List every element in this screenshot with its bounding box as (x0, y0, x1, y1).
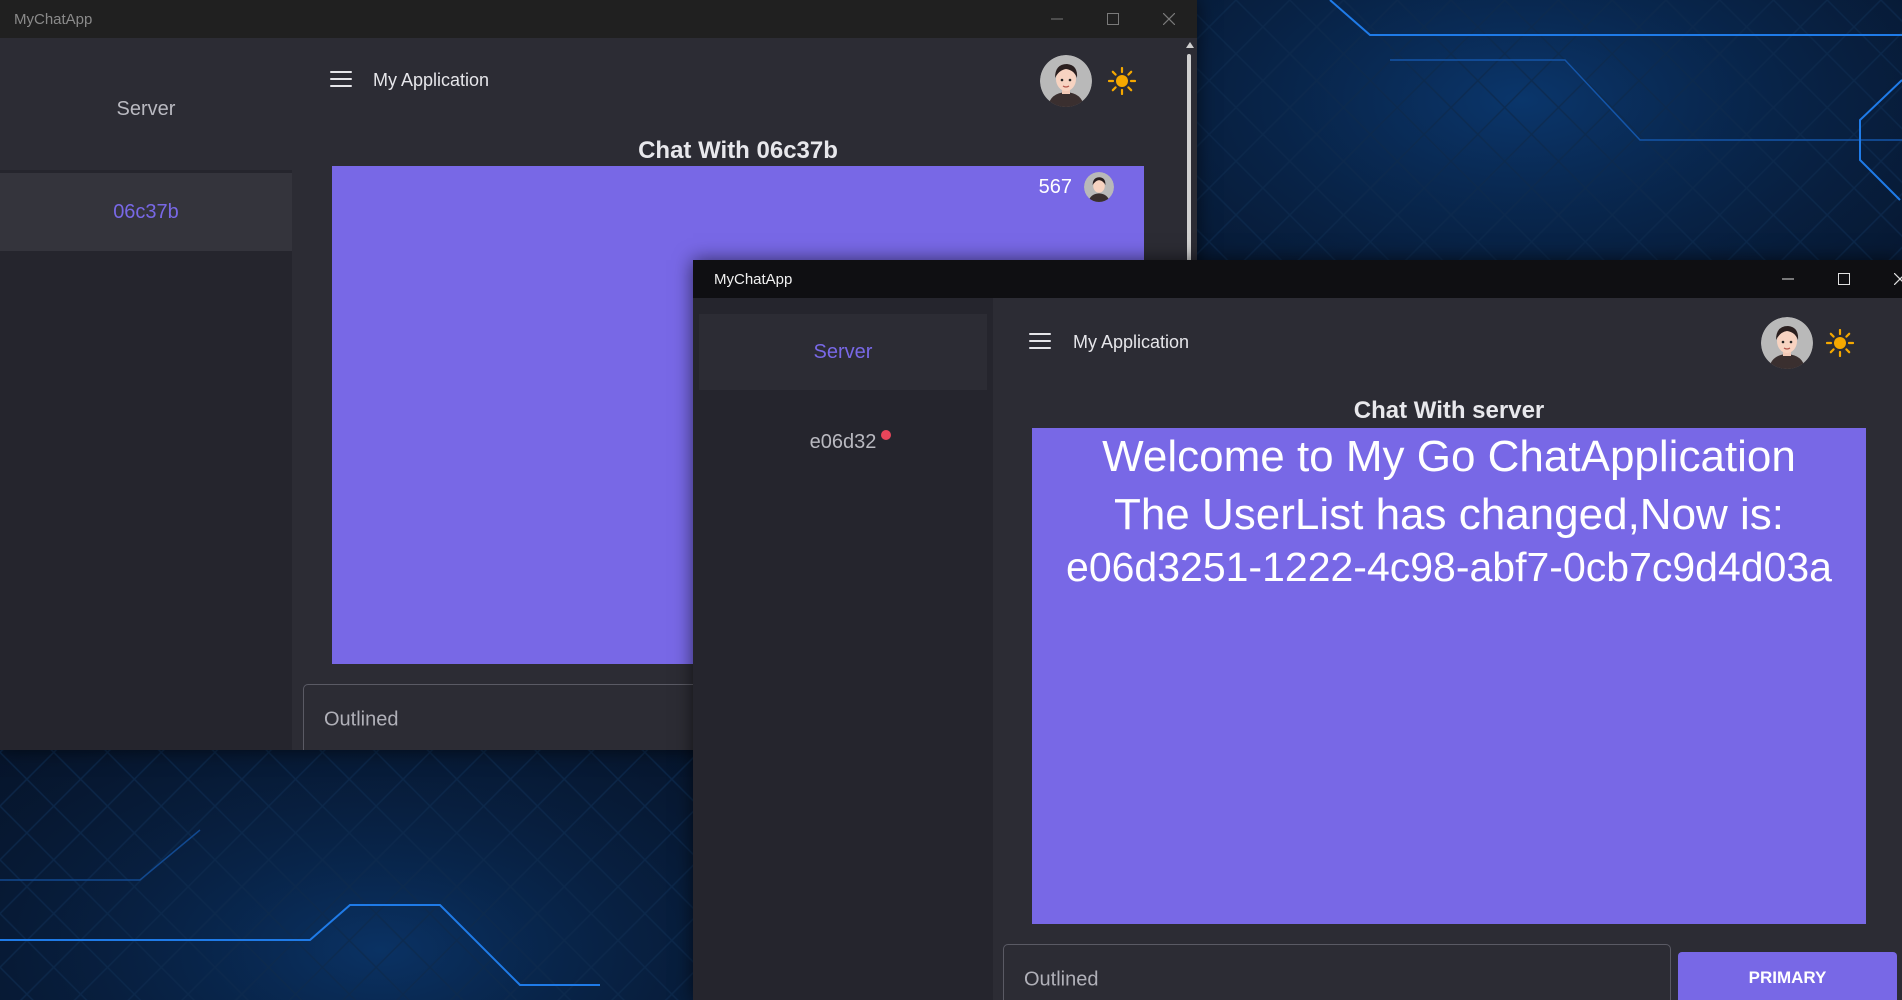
user-avatar-icon (1761, 317, 1813, 369)
front-title-bar: MyChatApp (693, 260, 1902, 298)
user-avatar-icon (1084, 172, 1114, 202)
hamburger-menu-icon[interactable] (1029, 333, 1051, 349)
back-message-input[interactable]: Outlined (303, 684, 725, 750)
maximize-icon (1838, 273, 1850, 285)
front-chat-messages-area: Welcome to My Go ChatApplication The Use… (1032, 428, 1866, 924)
chat-message: 567 (1039, 172, 1114, 202)
scroll-up-arrow[interactable] (1186, 42, 1194, 48)
user-avatar[interactable] (1761, 317, 1813, 369)
front-chat-title: Chat With server (1353, 397, 1545, 424)
front-app-window: MyChatApp Server e06d32 My Application C… (693, 260, 1902, 1000)
back-maximize-button[interactable] (1085, 0, 1141, 38)
back-chat-title: Chat With 06c37b (638, 137, 838, 164)
front-sidebar-item-e06d32[interactable]: e06d32 (693, 398, 993, 486)
back-sidebar-item-06c37b[interactable]: 06c37b (0, 173, 292, 251)
close-icon (1894, 273, 1902, 285)
chat-message: Welcome to My Go ChatApplication (1102, 432, 1796, 481)
back-sidebar: Server 06c37b (0, 38, 292, 750)
front-sidebar-item-label: e06d32 (809, 430, 877, 453)
back-app-header: My Application (295, 38, 1182, 123)
back-sidebar-top-strip (0, 38, 292, 48)
chat-message-text: 567 (1038, 175, 1072, 198)
chat-message: The UserList has changed,Now is: (1113, 490, 1785, 539)
back-message-input-placeholder: Outlined (324, 708, 399, 731)
front-window-title: MyChatApp (714, 270, 793, 288)
back-sidebar-item-server[interactable]: Server (0, 48, 292, 170)
minimize-icon (1782, 278, 1794, 280)
back-title-bar: MyChatApp (0, 0, 1197, 38)
send-primary-button[interactable]: PRIMARY (1678, 952, 1897, 1000)
back-close-button[interactable] (1141, 0, 1197, 38)
front-maximize-button[interactable] (1816, 260, 1872, 298)
front-sidebar-item-server[interactable]: Server (699, 314, 987, 390)
user-avatar[interactable] (1040, 55, 1092, 107)
front-sidebar: Server e06d32 (693, 298, 993, 1000)
front-close-button[interactable] (1872, 260, 1902, 298)
back-minimize-button[interactable] (1029, 0, 1085, 38)
back-header-title: My Application (373, 70, 490, 90)
front-message-input[interactable]: Outlined (1003, 944, 1671, 1000)
front-message-input-placeholder: Outlined (1024, 968, 1099, 991)
scroll-thumb[interactable] (1187, 54, 1191, 284)
front-minimize-button[interactable] (1760, 260, 1816, 298)
user-avatar-icon (1040, 55, 1092, 107)
minimize-icon (1051, 18, 1063, 20)
close-icon (1163, 13, 1175, 25)
front-sidebar-item-label: Server (813, 340, 873, 363)
unread-dot (881, 430, 891, 440)
front-app-header: My Application (995, 298, 1902, 383)
theme-toggle-sun-icon[interactable] (1826, 329, 1854, 357)
front-header-title: My Application (1073, 332, 1190, 352)
back-window-title: MyChatApp (14, 10, 93, 28)
back-sidebar-item-label: 06c37b (113, 200, 179, 223)
back-sidebar-item-label: Server (116, 97, 176, 120)
maximize-icon (1107, 13, 1119, 25)
theme-toggle-sun-icon[interactable] (1108, 67, 1136, 95)
chat-message: e06d3251-1222-4c98-abf7-0cb7c9d4d03a (1066, 544, 1832, 590)
hamburger-menu-icon[interactable] (330, 71, 352, 87)
